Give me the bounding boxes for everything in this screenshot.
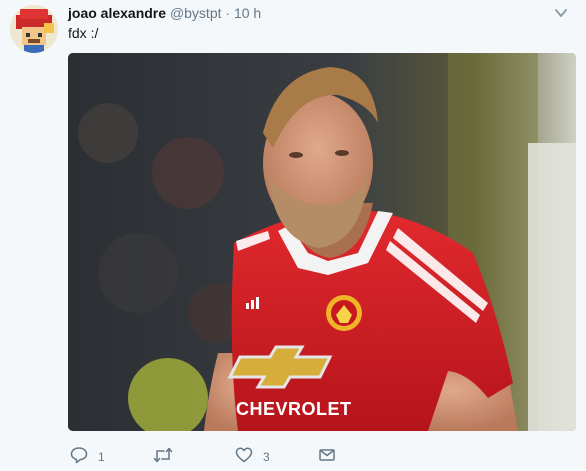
like-count: 3 [263,450,270,464]
chevron-down-icon[interactable] [554,6,568,20]
envelope-icon [319,449,335,461]
direct-message-button[interactable] [318,446,336,464]
author-name[interactable]: joao alexandre [68,5,166,21]
like-button[interactable]: 3 [235,446,318,464]
heart-icon [235,447,253,463]
tweet-header: joao alexandre @bystpt · 10 h [68,4,261,22]
reply-icon [70,447,88,464]
avatar[interactable] [10,5,58,53]
author-handle[interactable]: @bystpt [170,5,222,21]
reply-count: 1 [98,450,105,464]
retweet-button[interactable] [153,446,235,464]
retweet-icon [153,447,173,463]
tweet: joao alexandre @bystpt · 10 h fdx :/ CHE… [0,0,586,471]
tweet-text: fdx :/ [68,25,99,41]
jersey-sponsor-text: CHEVROLET [236,399,352,419]
timestamp[interactable]: 10 h [234,5,261,21]
avatar-image [10,5,58,53]
tweet-photo[interactable]: CHEVROLET [68,53,576,431]
separator-dot: · [225,5,231,21]
photo-soccer-player: CHEVROLET [68,53,576,431]
tweet-actions: 1 3 [70,444,336,466]
reply-button[interactable]: 1 [70,446,153,464]
crest-badge [326,295,362,331]
